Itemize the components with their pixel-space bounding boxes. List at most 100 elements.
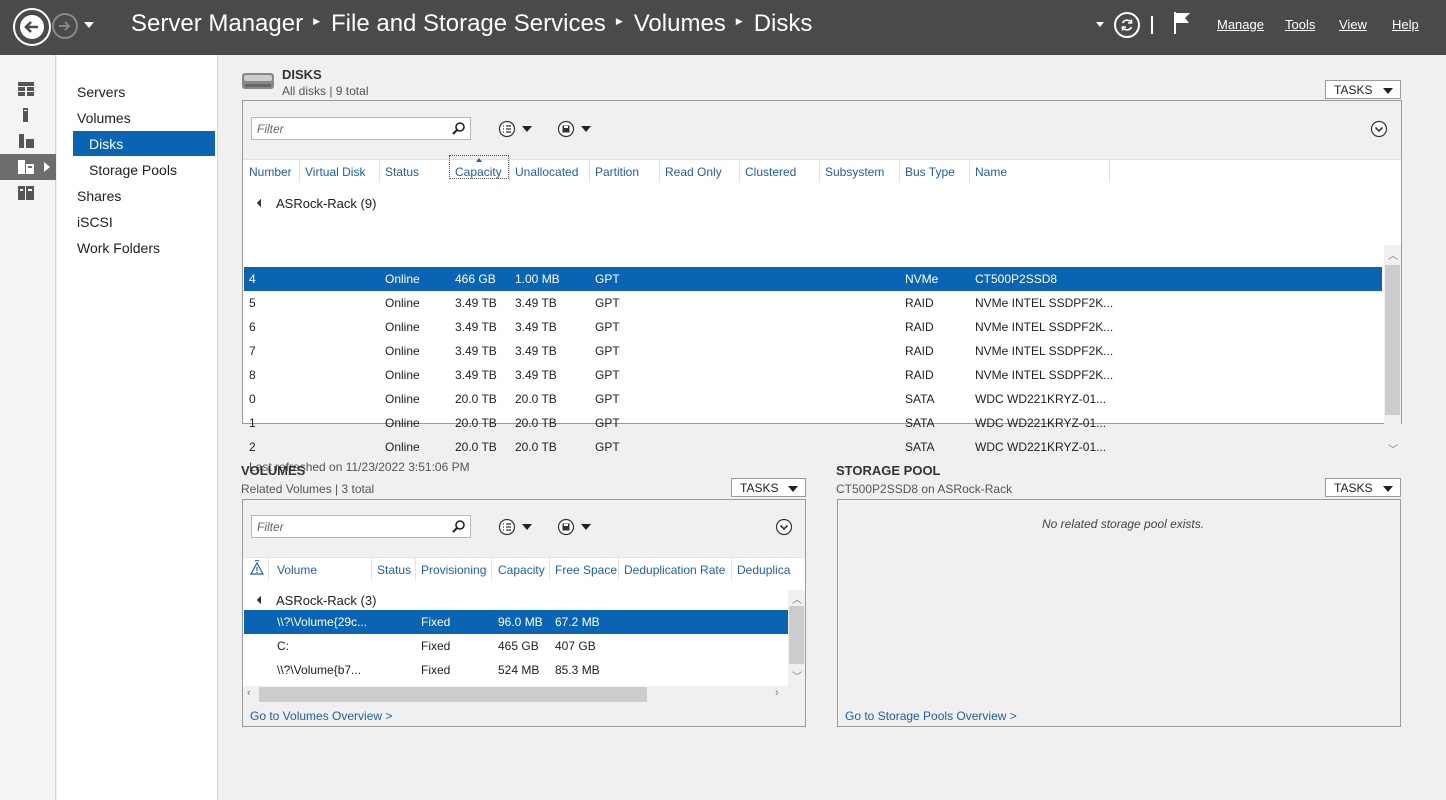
- table-row[interactable]: 6 Online 3.49 TB 3.49 TB GPT RAID NVMe INTEL S…: [244, 315, 1382, 339]
- column-divider[interactable]: [739, 160, 740, 182]
- col-unallocated[interactable]: Unallocated: [515, 165, 578, 179]
- breadcrumb-file-storage[interactable]: File and Storage Services: [331, 10, 606, 38]
- nav-servers[interactable]: Servers: [77, 80, 125, 104]
- table-row[interactable]: 4 Online 466 GB 1.00 MB GPT NVMe CT500P2SSD8: [244, 267, 1382, 291]
- volumes-filter-input[interactable]: Filter: [251, 515, 471, 538]
- column-divider[interactable]: [509, 160, 510, 182]
- col-partition[interactable]: Partition: [595, 165, 639, 179]
- breadcrumb-dropdown-icon[interactable]: [1096, 22, 1104, 27]
- column-divider[interactable]: [819, 160, 820, 182]
- rail-all-servers[interactable]: [0, 128, 56, 154]
- storage-pool-tasks-button[interactable]: TASKS: [1325, 478, 1401, 497]
- nav-storage-pools[interactable]: Storage Pools: [89, 158, 177, 182]
- menu-manage[interactable]: Manage: [1217, 17, 1264, 32]
- column-divider[interactable]: [415, 558, 416, 580]
- column-divider[interactable]: [659, 160, 660, 182]
- col-vol-status[interactable]: Status: [377, 563, 411, 577]
- expand-collapse-icon[interactable]: [775, 518, 793, 536]
- col-dedup-savings[interactable]: Deduplica: [737, 563, 790, 577]
- breadcrumb-volumes[interactable]: Volumes: [634, 10, 726, 38]
- column-divider[interactable]: [589, 160, 590, 182]
- table-row[interactable]: 0 Online 20.0 TB 20.0 TB GPT SATA WDC WD221KRY…: [244, 387, 1382, 411]
- table-row[interactable]: 1 Online 20.0 TB 20.0 TB GPT SATA WDC WD221KRY…: [244, 411, 1382, 435]
- rail-dashboard[interactable]: [0, 76, 56, 102]
- scroll-up-icon[interactable]: ︿: [1388, 247, 1398, 262]
- history-dropdown-icon[interactable]: [84, 22, 94, 28]
- disks-scroll-thumb[interactable]: [1385, 265, 1400, 415]
- column-divider[interactable]: [731, 558, 732, 580]
- col-bus-type[interactable]: Bus Type: [905, 165, 955, 179]
- col-volume[interactable]: Volume: [277, 563, 317, 577]
- volumes-horizontal-scrollbar[interactable]: ‹ ›: [243, 686, 788, 703]
- scroll-down-icon[interactable]: ﹀: [1388, 441, 1398, 456]
- nav-iscsi[interactable]: iSCSI: [77, 210, 113, 234]
- col-dedup-rate[interactable]: Deduplication Rate: [624, 563, 725, 577]
- nav-work-folders[interactable]: Work Folders: [77, 236, 160, 260]
- column-divider[interactable]: [268, 558, 269, 580]
- rail-local-server[interactable]: [0, 102, 56, 128]
- col-virtual-disk[interactable]: Virtual Disk: [305, 165, 365, 179]
- col-capacity-header[interactable]: Capacity: [449, 155, 509, 179]
- table-row[interactable]: 8 Online 3.49 TB 3.49 TB GPT RAID NVMe INTEL S…: [244, 363, 1382, 387]
- disks-save-query-button[interactable]: [557, 120, 591, 138]
- volumes-save-query-button[interactable]: [557, 518, 591, 536]
- search-icon[interactable]: [452, 519, 466, 533]
- menu-tools[interactable]: Tools: [1285, 17, 1315, 32]
- column-divider[interactable]: [618, 558, 619, 580]
- warning-column-icon[interactable]: [250, 560, 264, 576]
- column-divider[interactable]: [299, 160, 300, 182]
- volumes-overview-link[interactable]: Go to Volumes Overview >: [250, 709, 392, 723]
- back-button[interactable]: [13, 8, 51, 46]
- column-divider[interactable]: [491, 558, 492, 580]
- nav-shares[interactable]: Shares: [77, 184, 121, 208]
- col-subsystem[interactable]: Subsystem: [825, 165, 884, 179]
- forward-button[interactable]: [52, 13, 78, 39]
- column-divider[interactable]: [549, 558, 550, 580]
- column-divider[interactable]: [379, 160, 380, 182]
- table-row[interactable]: \\?\Volume{29c... Fixed 96.0 MB 67.2 MB: [244, 610, 788, 634]
- column-divider[interactable]: [899, 160, 900, 182]
- scroll-down-icon[interactable]: ﹀: [792, 668, 802, 683]
- nav-disks[interactable]: Disks: [73, 131, 215, 156]
- rail-file-storage-services[interactable]: [0, 154, 56, 180]
- volumes-vertical-scrollbar[interactable]: ︿ ﹀: [788, 590, 805, 686]
- search-icon[interactable]: [452, 121, 466, 135]
- col-number[interactable]: Number: [249, 165, 292, 179]
- table-row[interactable]: \\?\Volume{b7... Fixed 524 MB 85.3 MB: [244, 658, 788, 682]
- col-free-space[interactable]: Free Space: [555, 563, 617, 577]
- table-row[interactable]: 2 Online 20.0 TB 20.0 TB GPT SATA WDC WD221KRY…: [244, 435, 1382, 459]
- volumes-scroll-thumb[interactable]: [789, 606, 804, 664]
- rail-role[interactable]: [0, 180, 56, 206]
- column-divider[interactable]: [1109, 160, 1110, 182]
- menu-help[interactable]: Help: [1392, 17, 1419, 32]
- nav-volumes[interactable]: Volumes: [77, 106, 131, 130]
- notifications-flag-icon[interactable]: [1172, 10, 1194, 36]
- col-clustered[interactable]: Clustered: [745, 165, 796, 179]
- table-row[interactable]: 7 Online 3.49 TB 3.49 TB GPT RAID NVMe INTEL S…: [244, 339, 1382, 363]
- volumes-tasks-button[interactable]: TASKS: [731, 478, 806, 497]
- col-name[interactable]: Name: [975, 165, 1007, 179]
- scroll-left-icon[interactable]: ‹: [247, 687, 251, 699]
- breadcrumb-server-manager[interactable]: Server Manager: [131, 10, 303, 38]
- disks-tasks-button[interactable]: TASKS: [1325, 80, 1401, 99]
- table-row[interactable]: C: Fixed 465 GB 407 GB: [244, 634, 788, 658]
- disks-filter-input[interactable]: Filter: [251, 117, 471, 140]
- volumes-hscroll-thumb[interactable]: [259, 687, 647, 702]
- scroll-right-icon[interactable]: ›: [775, 687, 779, 699]
- col-provisioning[interactable]: Provisioning: [421, 563, 486, 577]
- col-vol-capacity[interactable]: Capacity: [498, 563, 545, 577]
- scroll-up-icon[interactable]: ︿: [792, 591, 802, 606]
- column-divider[interactable]: [371, 558, 372, 580]
- refresh-button[interactable]: [1114, 12, 1140, 38]
- col-read-only[interactable]: Read Only: [665, 165, 722, 179]
- volumes-list-view-button[interactable]: [498, 518, 532, 536]
- col-status[interactable]: Status: [385, 165, 419, 179]
- disks-vertical-scrollbar[interactable]: ︿ ﹀: [1384, 245, 1401, 461]
- storage-pools-overview-link[interactable]: Go to Storage Pools Overview >: [845, 709, 1017, 723]
- table-row[interactable]: 5 Online 3.49 TB 3.49 TB GPT RAID NVMe INTEL S…: [244, 291, 1382, 315]
- disks-list-view-button[interactable]: [498, 120, 532, 138]
- expand-collapse-icon[interactable]: [1370, 120, 1388, 138]
- chevron-down-icon: [1383, 88, 1393, 94]
- column-divider[interactable]: [969, 160, 970, 182]
- menu-view[interactable]: View: [1339, 17, 1367, 32]
